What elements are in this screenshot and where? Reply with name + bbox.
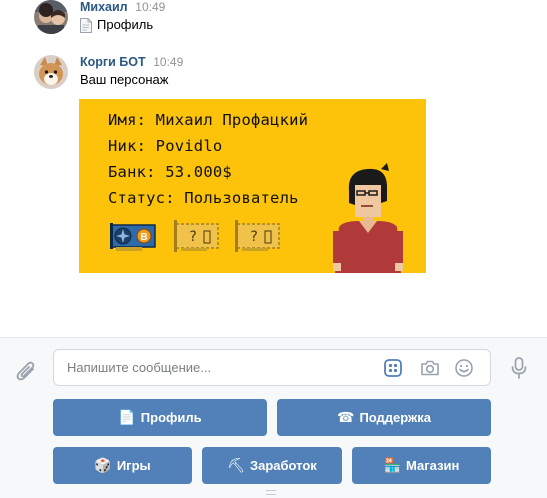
button-label: Магазин	[406, 458, 460, 473]
pickaxe-icon: ⛏	[227, 457, 245, 473]
svg-text:?: ?	[250, 229, 258, 245]
message: Михаил 10:49 Профиль	[34, 0, 165, 34]
bot-keyboard-icon[interactable]	[383, 358, 403, 378]
message: Корги БОТ 10:49 Ваш персонаж	[34, 55, 183, 89]
avatar[interactable]	[34, 0, 68, 34]
message-text: Профиль	[80, 17, 165, 33]
author-name[interactable]: Михаил	[80, 0, 128, 14]
message-time: 10:49	[135, 0, 166, 14]
message-time: 10:49	[153, 55, 184, 69]
telephone-icon: ☎	[336, 409, 355, 425]
keyboard-button-shop[interactable]: 🏪 Магазин	[352, 447, 491, 484]
resize-grip[interactable]	[266, 490, 276, 495]
keyboard-button-support[interactable]: ☎ Поддержка	[277, 399, 491, 436]
gpu-card-icon: B	[110, 223, 156, 251]
mystery-card-icon: ?	[235, 220, 280, 252]
chat-window: Михаил 10:49 Профиль Корги БОТ 10:49 Ваш…	[0, 0, 547, 498]
message-text: Ваш персонаж	[80, 72, 183, 88]
mystery-card-icon: ?	[174, 220, 219, 252]
message-input[interactable]: Напишите сообщение...	[53, 349, 491, 386]
card-nick-line: Ник: Povidlo	[108, 137, 223, 155]
message-text-content: Ваш персонаж	[80, 72, 169, 87]
document-icon: 📄	[118, 409, 136, 425]
card-name-line: Имя: Михаил Профацкий	[108, 111, 309, 129]
button-label: Заработок	[249, 458, 317, 473]
button-label: Профиль	[140, 410, 202, 425]
document-icon	[80, 17, 92, 33]
character-card-image[interactable]: Имя: Михаил Профацкий Ник: Povidlo Банк:…	[79, 99, 426, 273]
character-avatar-illustration	[333, 163, 403, 273]
card-bank-line: Банк: 53.000$	[108, 163, 232, 181]
emoji-icon[interactable]	[454, 358, 474, 378]
svg-text:?: ?	[189, 229, 197, 245]
camera-icon[interactable]	[420, 358, 440, 378]
dice-icon: 🎲	[94, 457, 112, 473]
button-label: Игры	[116, 458, 151, 473]
avatar[interactable]	[34, 55, 68, 89]
shop-icon: 🏪	[383, 457, 402, 473]
message-text-content: Профиль	[97, 17, 154, 32]
button-label: Поддержка	[359, 410, 432, 425]
microphone-icon[interactable]	[510, 357, 528, 379]
keyboard-button-profile[interactable]: 📄 Профиль	[53, 399, 267, 436]
author-name[interactable]: Корги БОТ	[80, 55, 146, 69]
paperclip-icon[interactable]	[15, 358, 37, 382]
keyboard-button-earnings[interactable]: ⛏ Заработок	[202, 447, 342, 484]
svg-text:B: B	[140, 232, 147, 243]
keyboard-button-games[interactable]: 🎲 Игры	[53, 447, 192, 484]
message-input-placeholder: Напишите сообщение...	[67, 360, 212, 375]
card-status-line: Статус: Пользователь	[108, 189, 299, 207]
